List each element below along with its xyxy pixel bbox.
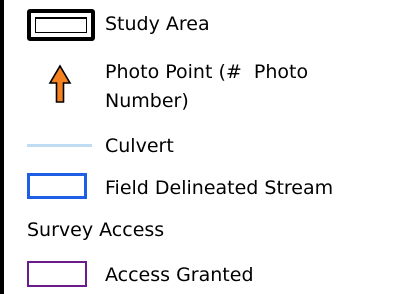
legend-section-title: Survey Access (27, 219, 165, 241)
legend-label-photo-point-line1: Photo Point (# Photo (105, 61, 309, 83)
legend-label-study-area: Study Area (105, 13, 210, 35)
study-area-inner-frame (35, 17, 87, 33)
legend-row-photo-point: Photo Point (# Photo Number) (4, 50, 419, 125)
study-area-symbol (27, 9, 95, 41)
up-arrow-icon (48, 64, 72, 103)
legend-row-field-delineated-stream: Field Delineated Stream (4, 170, 419, 206)
legend-row-access-granted: Access Granted (4, 256, 419, 294)
culvert-line-symbol (27, 144, 92, 147)
stream-box-symbol (27, 173, 87, 199)
legend-row-culvert: Culvert (4, 130, 419, 162)
legend-label-access-granted: Access Granted (105, 264, 254, 286)
legend-label-photo-point-line2: Number) (105, 90, 189, 112)
legend-label-culvert: Culvert (105, 135, 174, 157)
legend-label-field-delineated-stream: Field Delineated Stream (105, 177, 334, 199)
legend-section-survey-access: Survey Access (4, 212, 419, 246)
access-box-symbol (27, 261, 87, 287)
legend-row-study-area: Study Area (4, 0, 419, 50)
map-legend: Study Area Photo Point (# Photo Number) … (0, 0, 419, 294)
